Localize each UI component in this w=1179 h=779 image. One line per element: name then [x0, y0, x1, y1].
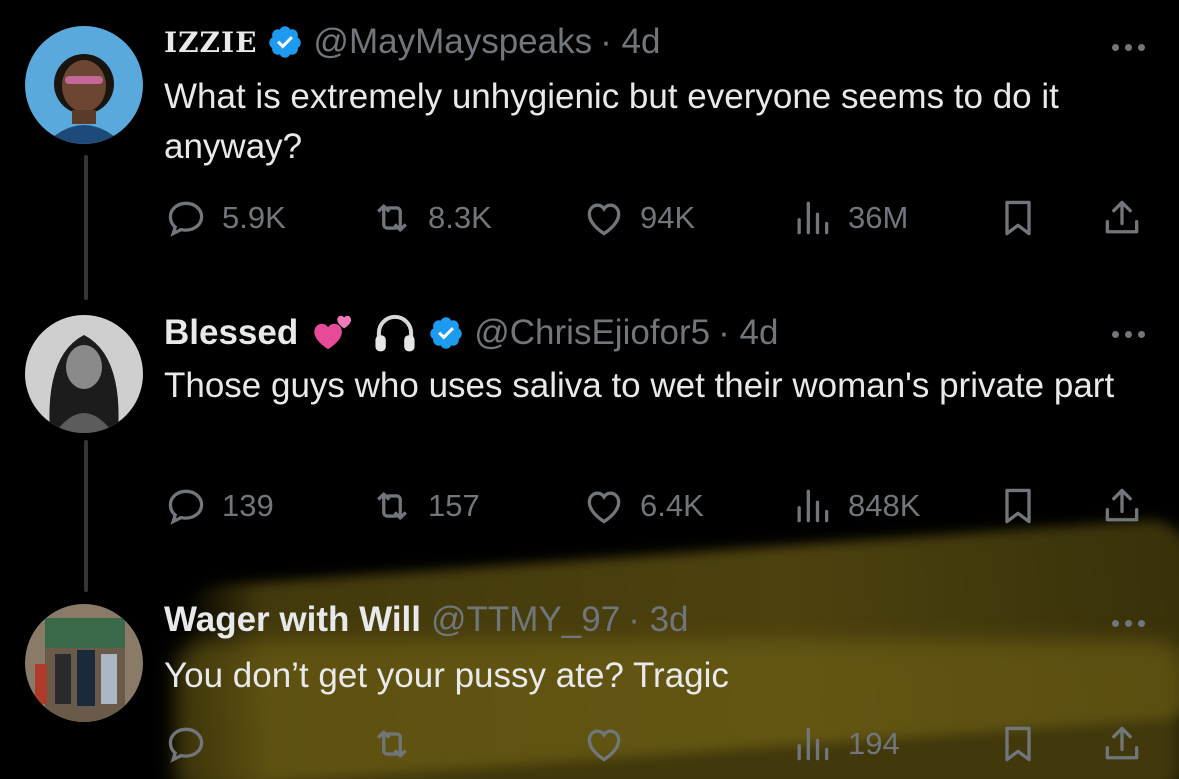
views-count: 36M: [848, 200, 909, 235]
share-button[interactable]: [1100, 484, 1144, 528]
tweet-text: Those guys who uses saliva to wet their …: [164, 366, 1115, 405]
tweet-header: Blessed @ChrisEjiofor5 · 4d: [164, 310, 778, 356]
share-icon: [1105, 488, 1139, 522]
tweet-header: IZZIE @MayMayspeaks · 4d: [164, 22, 660, 62]
repost-button[interactable]: 8.3K: [370, 196, 492, 240]
handle[interactable]: @TTMY_97: [431, 600, 620, 640]
share-button[interactable]: [1100, 196, 1144, 240]
repost-icon: [377, 204, 407, 232]
timestamp[interactable]: · 3d: [628, 600, 688, 640]
handle[interactable]: @ChrisEjiofor5: [474, 313, 710, 353]
reply-button[interactable]: [164, 722, 222, 766]
tweet-header: Wager with Will @TTMY_97 · 3d: [164, 600, 689, 640]
display-name[interactable]: Blessed: [164, 313, 298, 353]
action-bar: 139 157 6.4K 848K: [164, 484, 1154, 534]
repost-icon: [377, 492, 407, 520]
thread-line: [84, 155, 88, 300]
reply-count: 139: [222, 488, 274, 523]
reply-count: 5.9K: [222, 200, 286, 235]
like-count: 94K: [640, 200, 696, 235]
views-icon: [797, 727, 829, 761]
views-button[interactable]: 194: [790, 722, 900, 766]
bookmark-icon: [1005, 200, 1031, 236]
heart-emoji: [314, 315, 352, 350]
like-button[interactable]: 94K: [582, 196, 695, 240]
bookmark-button[interactable]: [996, 722, 1040, 766]
like-icon: [587, 491, 621, 524]
share-icon: [1105, 726, 1139, 760]
tweet-text: What is extremely unhygienic but everyon…: [164, 77, 1059, 166]
bookmark-icon: [1005, 726, 1031, 762]
reply-button[interactable]: 139: [164, 484, 274, 528]
views-button[interactable]: 848K: [790, 484, 920, 528]
share-button[interactable]: [1100, 722, 1144, 766]
timestamp[interactable]: · 4d: [718, 313, 778, 353]
repost-button[interactable]: 157: [370, 484, 480, 528]
display-name[interactable]: Wager with Will: [164, 600, 421, 640]
display-name[interactable]: IZZIE: [164, 26, 257, 59]
action-bar: 5.9K 8.3K 94K 36M: [164, 196, 1154, 246]
more-icon[interactable]: [1112, 620, 1145, 627]
bookmark-button[interactable]: [996, 484, 1040, 528]
like-icon: [587, 729, 621, 762]
more-icon[interactable]: [1112, 331, 1145, 338]
repost-count: 157: [428, 488, 480, 523]
views-count: 194: [848, 726, 900, 761]
more-icon[interactable]: [1112, 44, 1145, 51]
views-icon: [797, 201, 829, 235]
views-count: 848K: [848, 488, 921, 523]
reply-icon: [168, 727, 204, 763]
repost-icon: [377, 730, 407, 758]
repost-button[interactable]: [370, 722, 428, 766]
headphones-emoji: [375, 314, 415, 352]
like-button[interactable]: [582, 722, 640, 766]
handle[interactable]: @MayMayspeaks: [313, 22, 592, 62]
reply-button[interactable]: 5.9K: [164, 196, 286, 240]
avatar[interactable]: [25, 604, 143, 722]
like-icon: [587, 203, 621, 236]
thread-line: [84, 440, 88, 592]
reply-icon: [168, 201, 204, 237]
tweet-text: You don’t get your pussy ate? Tragic: [164, 656, 729, 695]
avatar[interactable]: [25, 315, 143, 433]
views-icon: [797, 489, 829, 523]
timestamp[interactable]: · 4d: [600, 22, 660, 62]
action-bar: 194: [164, 722, 1154, 772]
repost-count: 8.3K: [428, 200, 492, 235]
verified-badge-icon: [269, 26, 302, 58]
share-icon: [1105, 200, 1139, 234]
like-count: 6.4K: [640, 488, 704, 523]
bookmark-button[interactable]: [996, 196, 1040, 240]
verified-badge-icon: [430, 317, 462, 349]
avatar[interactable]: [25, 26, 143, 144]
reply-icon: [168, 489, 204, 525]
bookmark-icon: [1005, 488, 1031, 524]
views-button[interactable]: 36M: [790, 196, 908, 240]
like-button[interactable]: 6.4K: [582, 484, 704, 528]
